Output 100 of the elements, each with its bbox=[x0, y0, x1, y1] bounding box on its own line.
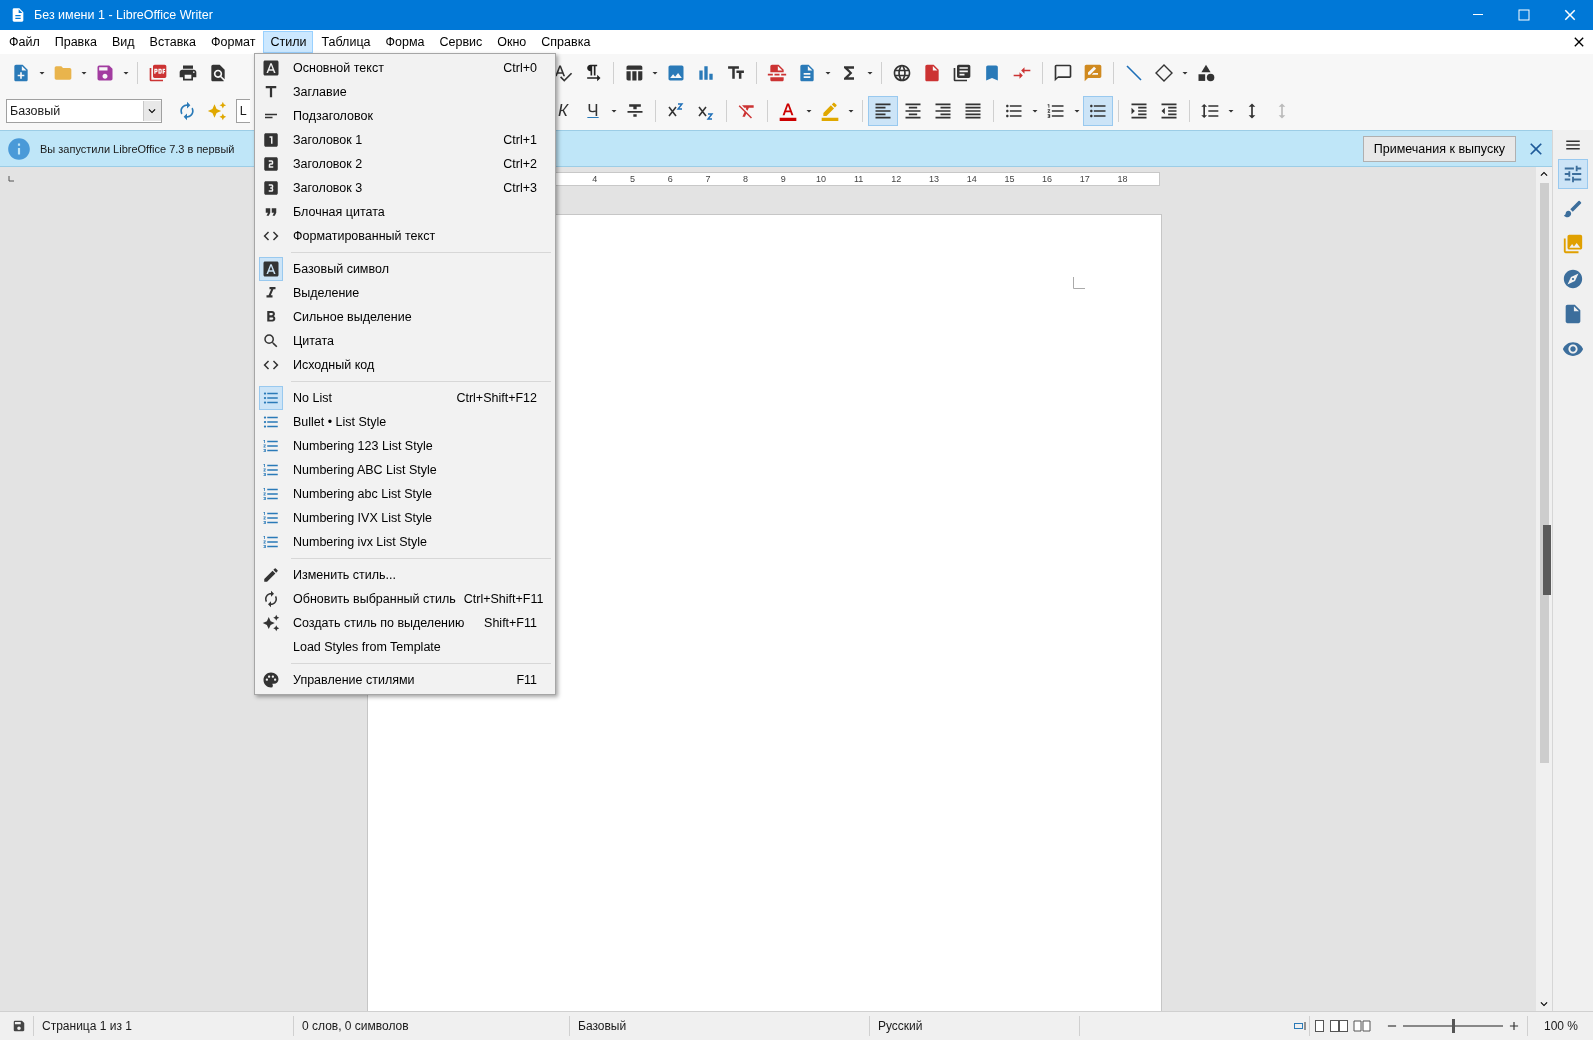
menu-item[interactable]: Вставка bbox=[142, 31, 204, 53]
menu-item[interactable]: Справка bbox=[534, 31, 598, 53]
menu-entry[interactable]: Создать стиль по выделению Shift+F11 bbox=[255, 611, 555, 635]
menu-item[interactable]: Правка bbox=[47, 31, 104, 53]
ruler-label: 8 bbox=[742, 174, 750, 184]
diamond-icon bbox=[1154, 63, 1174, 83]
word-count: 0 слов, 0 символов bbox=[302, 1019, 409, 1033]
info-message: Вы запустили LibreOffice 7.3 в первый bbox=[40, 142, 235, 155]
compass-icon bbox=[1562, 268, 1584, 290]
menu-item[interactable]: Окно bbox=[490, 31, 534, 53]
menu-entry[interactable]: Форматированный текст bbox=[255, 224, 555, 248]
comment-icon bbox=[1053, 63, 1073, 83]
pencil-icon bbox=[262, 566, 280, 584]
zoom-level[interactable]: 100 % bbox=[1544, 1019, 1579, 1033]
menu-entry[interactable]: Numbering ivx List Style bbox=[255, 530, 555, 554]
language[interactable]: Русский bbox=[878, 1019, 923, 1033]
menu-item[interactable]: Стили bbox=[263, 31, 314, 53]
release-notes-button[interactable]: Примечания к выпуску bbox=[1362, 135, 1516, 162]
sparkle-icon bbox=[206, 101, 227, 121]
menu-entry[interactable]: Выделение bbox=[255, 281, 555, 305]
menu-entry[interactable]: Блочная цитата bbox=[255, 200, 555, 224]
book-view-icon[interactable] bbox=[1353, 1020, 1371, 1032]
toolbar-button[interactable] bbox=[868, 96, 898, 126]
menu-entry[interactable]: Numbering abc List Style bbox=[255, 482, 555, 506]
heading-icon bbox=[262, 155, 280, 173]
menu-entry[interactable]: Load Styles from Template bbox=[255, 635, 555, 659]
menu-entry[interactable]: Заголовок 1 Ctrl+1 bbox=[255, 128, 555, 152]
menu-entry[interactable]: Базовый символ bbox=[255, 257, 555, 281]
text-boundary-mark bbox=[1073, 277, 1085, 289]
multi-page-view-icon[interactable] bbox=[1330, 1020, 1348, 1032]
palette-icon bbox=[262, 671, 280, 689]
menu-entry[interactable]: Numbering ABC List Style bbox=[255, 458, 555, 482]
ruler-label: 12 bbox=[890, 174, 903, 184]
heading-icon bbox=[262, 131, 280, 149]
menu-entry[interactable]: Изменить стиль... bbox=[255, 563, 555, 587]
menu-entry[interactable]: Заголовок 2 Ctrl+2 bbox=[255, 152, 555, 176]
single-page-view-icon[interactable] bbox=[1315, 1020, 1325, 1032]
ruler-label: 9 bbox=[779, 174, 787, 184]
vertical-scrollbar[interactable] bbox=[1536, 167, 1552, 1011]
menu-entry[interactable]: No List Ctrl+Shift+F12 bbox=[255, 386, 555, 410]
menu-item[interactable]: Форма bbox=[378, 31, 432, 53]
line-icon bbox=[1124, 63, 1144, 83]
gallery-icon bbox=[1562, 233, 1584, 255]
save-icon[interactable] bbox=[12, 1019, 26, 1033]
image-icon bbox=[666, 63, 686, 83]
ruler-label: 10 bbox=[814, 174, 827, 184]
numbered-list-icon bbox=[262, 485, 280, 503]
folder-icon bbox=[53, 63, 73, 83]
menu-item[interactable]: Вид bbox=[104, 31, 142, 53]
sidebar-collapse-handle[interactable] bbox=[1543, 525, 1551, 595]
sidebar-deck-button[interactable] bbox=[1558, 159, 1588, 189]
menu-entry[interactable]: Цитата bbox=[255, 329, 555, 353]
plus-icon bbox=[1507, 1019, 1521, 1033]
menu-entry[interactable]: Исходный код bbox=[255, 353, 555, 377]
zoom-slider-thumb[interactable] bbox=[1452, 1019, 1455, 1033]
page-style[interactable]: Базовый bbox=[578, 1019, 627, 1033]
menu-entry[interactable]: Заголовок 3 Ctrl+3 bbox=[255, 176, 555, 200]
menu-item[interactable]: Сервис bbox=[432, 31, 490, 53]
ruler-label: 5 bbox=[629, 174, 637, 184]
spellcheck-icon bbox=[553, 63, 573, 83]
zoom-in-button[interactable] bbox=[1507, 1019, 1521, 1033]
menu-entry[interactable]: Основной текст Ctrl+0 bbox=[255, 56, 555, 80]
print-icon bbox=[178, 63, 198, 83]
page-count: Страница 1 из 1 bbox=[42, 1019, 132, 1033]
ruler-label: 16 bbox=[1041, 174, 1054, 184]
highlighter-icon bbox=[820, 101, 840, 121]
menu-entry[interactable]: Обновить выбранный стиль Ctrl+Shift+F11 bbox=[255, 587, 555, 611]
menu-entry[interactable]: Numbering 123 List Style bbox=[255, 434, 555, 458]
font-color-icon bbox=[778, 101, 798, 121]
info-icon bbox=[6, 135, 32, 162]
dropdown-button[interactable] bbox=[142, 101, 161, 121]
menu-entry[interactable]: Сильное выделение bbox=[255, 305, 555, 329]
menu-entry[interactable]: Управление стилями F11 bbox=[255, 668, 555, 692]
bar-chart-icon bbox=[696, 63, 716, 83]
minimize-icon bbox=[1473, 14, 1483, 16]
ruler-label: 6 bbox=[666, 174, 674, 184]
align-justify-icon bbox=[963, 101, 983, 121]
font-name-field[interactable]: L bbox=[235, 99, 250, 123]
table-icon bbox=[624, 63, 644, 83]
menu-item[interactable]: Формат bbox=[204, 31, 263, 53]
paragraph-style-field[interactable]: Базовый bbox=[6, 99, 162, 123]
scrollbar-thumb[interactable] bbox=[1539, 183, 1549, 763]
align-right-icon bbox=[933, 101, 953, 121]
numbered-list-icon bbox=[262, 509, 280, 527]
numbered-list-icon bbox=[262, 437, 280, 455]
underline-button[interactable]: Ч bbox=[578, 96, 608, 126]
ruler-label: 15 bbox=[1003, 174, 1016, 184]
line-spacing-icon bbox=[1200, 101, 1220, 121]
selection-mode-icon[interactable] bbox=[1294, 1021, 1308, 1031]
document-icon bbox=[10, 7, 26, 23]
ruler-label: 7 bbox=[704, 174, 712, 184]
ruler-label: 17 bbox=[1078, 174, 1091, 184]
align-center-icon bbox=[903, 101, 923, 121]
menu-item[interactable]: Файл bbox=[2, 31, 47, 53]
menu-item[interactable]: Таблица bbox=[314, 31, 378, 53]
menu-entry[interactable]: Numbering IVX List Style bbox=[255, 506, 555, 530]
menu-entry[interactable]: Bullet • List Style bbox=[255, 410, 555, 434]
indent-decrease-icon bbox=[1159, 101, 1179, 121]
properties-icon bbox=[1562, 163, 1584, 185]
numbered-list-icon bbox=[262, 461, 280, 479]
